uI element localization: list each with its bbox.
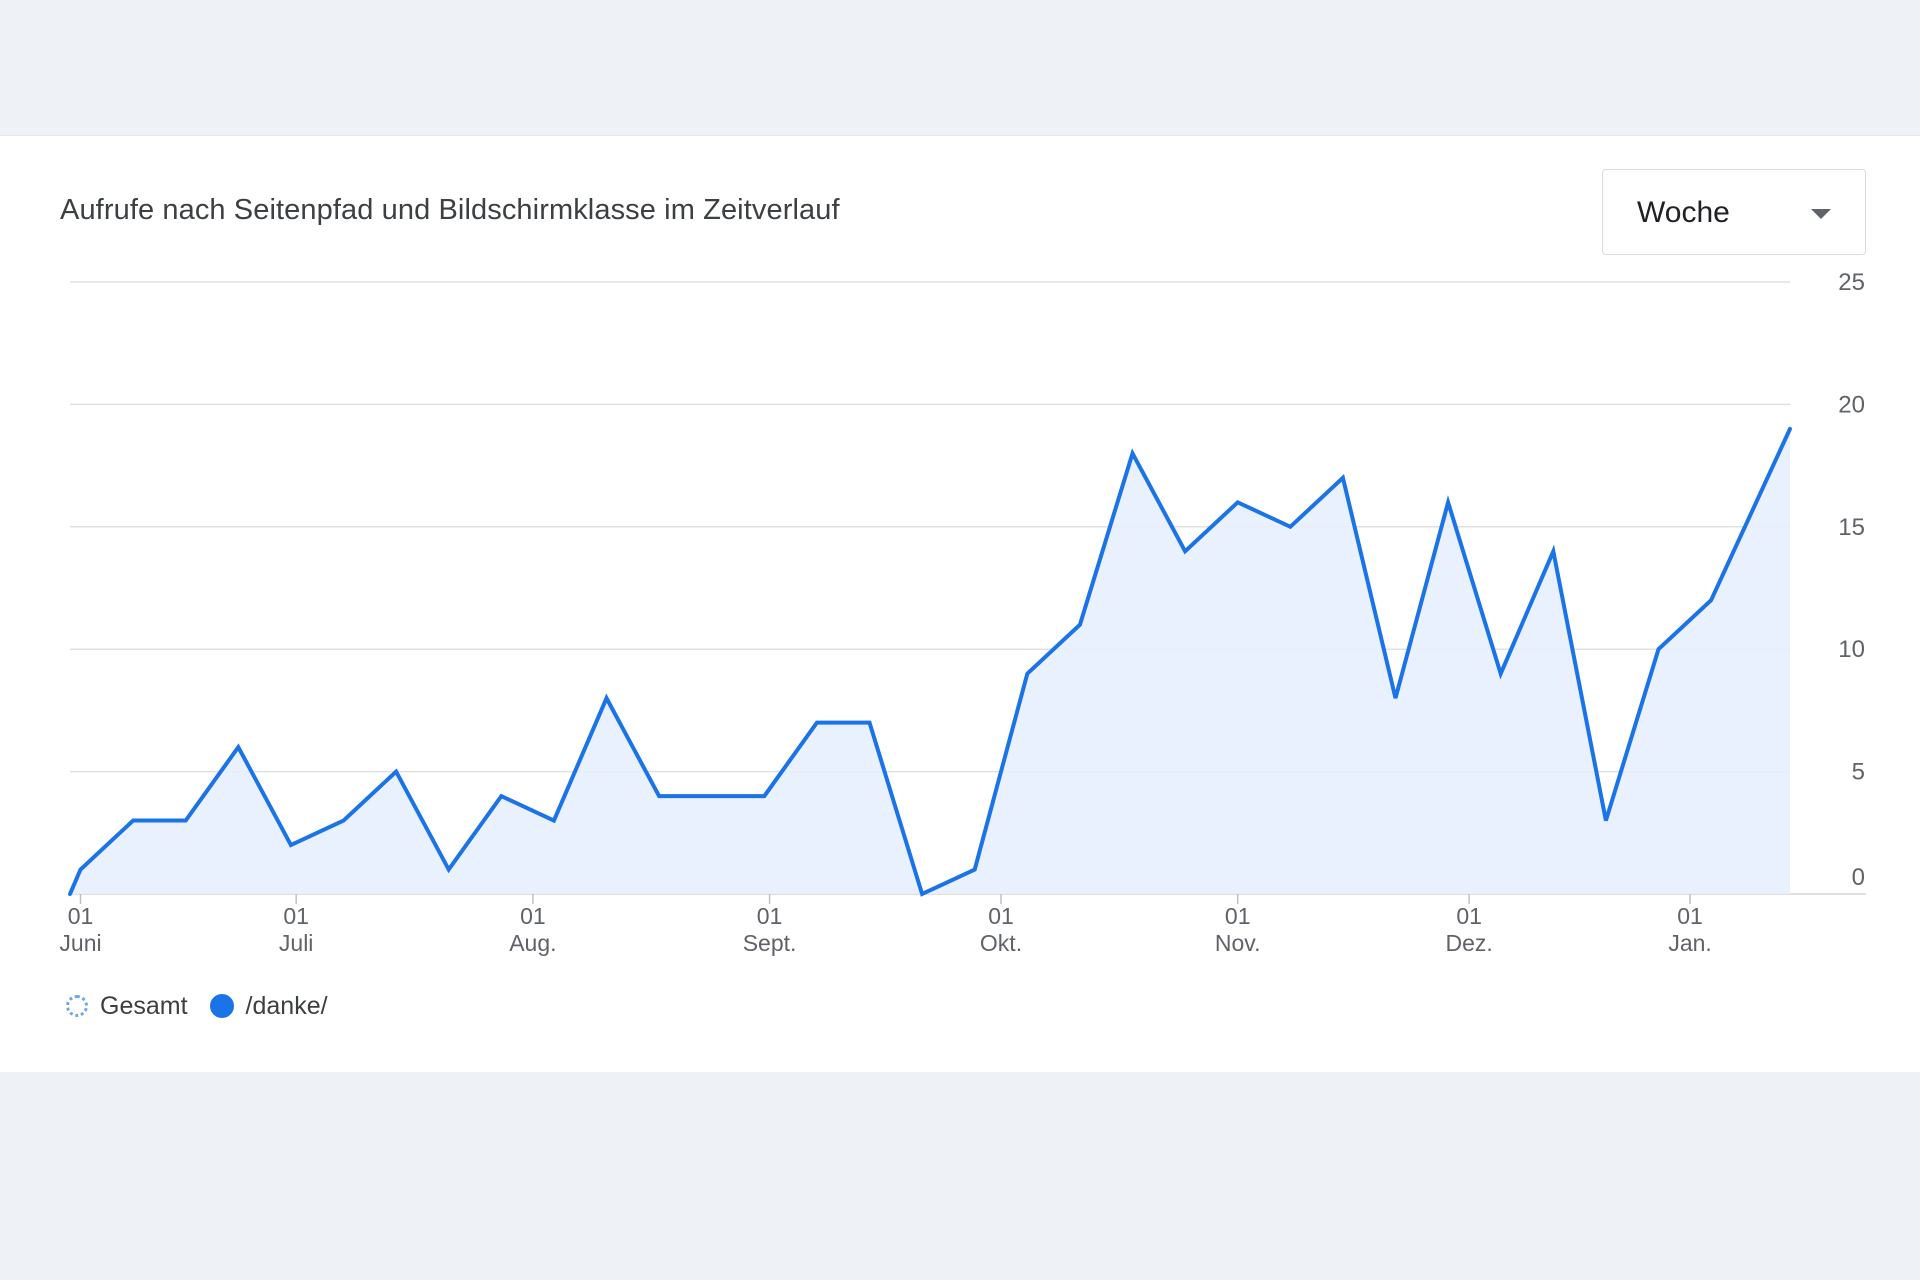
x-axis: 01Juni01Juli01Aug.01Sept.01Okt.01Nov.01D… — [59, 894, 1712, 956]
legend-label-danke: /danke/ — [245, 991, 328, 1020]
x-tick-month-label: Sept. — [743, 930, 797, 956]
x-tick-day-label: 01 — [1456, 903, 1482, 929]
legend-label-gesamt: Gesamt — [100, 991, 188, 1020]
x-tick-day-label: 01 — [757, 903, 783, 929]
x-tick-month-label: Okt. — [980, 930, 1022, 956]
y-tick-label: 0 — [1852, 864, 1865, 891]
x-tick-month-label: Juni — [59, 930, 101, 956]
line-chart: 0510152025 01Juni01Juli01Aug.01Sept.01Ok… — [59, 269, 1866, 956]
x-tick-day-label: 01 — [520, 903, 546, 929]
filled-circle-icon — [209, 994, 234, 1018]
y-tick-label: 5 — [1852, 759, 1865, 786]
y-tick-label: 15 — [1838, 514, 1865, 541]
x-tick-month-label: Juli — [279, 930, 314, 956]
dotted-circle-icon — [66, 995, 88, 1017]
x-tick-day-label: 01 — [283, 903, 309, 929]
y-axis: 0 5 10 15 20 25 — [1838, 269, 1865, 891]
x-tick-day-label: 01 — [68, 903, 94, 929]
series-area-danke — [70, 428, 1790, 894]
legend-item-danke[interactable]: /danke/ — [209, 991, 328, 1021]
chart-legend: Gesamt /danke/ — [66, 986, 350, 1026]
chart-area-layer — [70, 428, 1790, 894]
x-tick-month-label: Aug. — [509, 930, 556, 956]
y-tick-label: 10 — [1838, 636, 1865, 663]
x-tick-day-label: 01 — [1677, 903, 1703, 929]
x-tick-day-label: 01 — [988, 903, 1014, 929]
x-tick-month-label: Dez. — [1445, 930, 1492, 956]
y-tick-label: 25 — [1838, 269, 1865, 296]
legend-item-gesamt[interactable]: Gesamt — [66, 992, 188, 1021]
x-tick-day-label: 01 — [1225, 903, 1251, 929]
y-tick-label: 20 — [1838, 391, 1865, 418]
chart-card: Aufrufe nach Seitenpfad und Bildschirmkl… — [0, 135, 1920, 1072]
x-tick-month-label: Jan. — [1668, 930, 1711, 956]
x-tick-month-label: Nov. — [1215, 930, 1261, 956]
